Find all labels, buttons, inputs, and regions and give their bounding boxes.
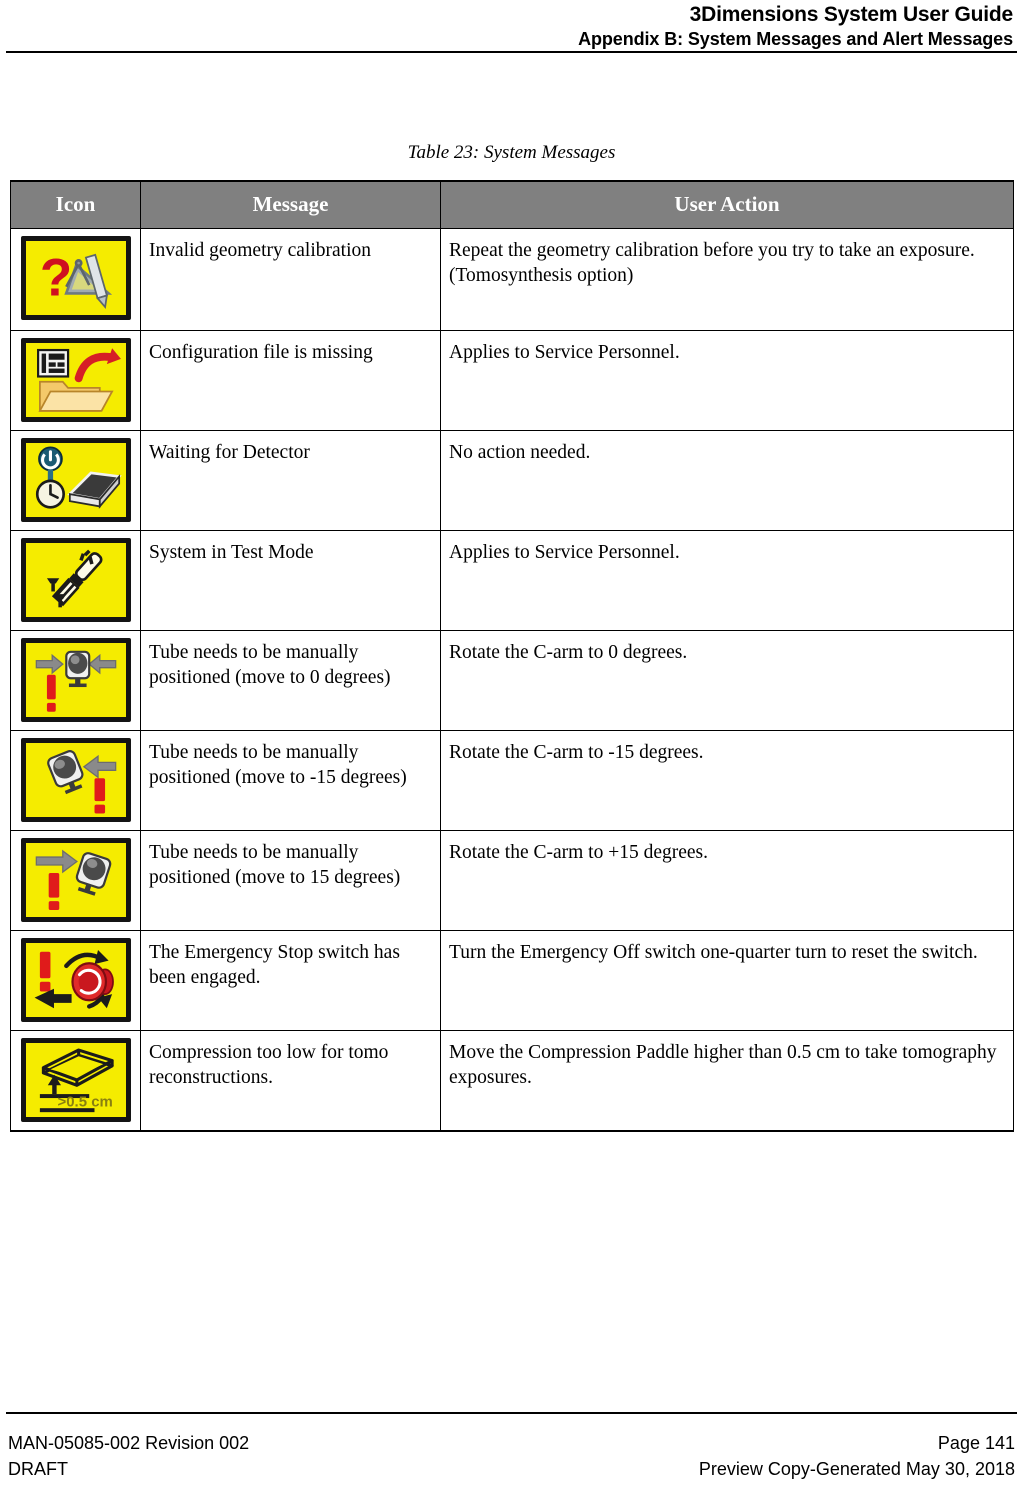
- document-title: 3Dimensions System User Guide: [689, 3, 1014, 26]
- table-row: System in Test Mode Applies to Service P…: [10, 530, 1014, 631]
- compression-threshold-label: >0.5 cm: [58, 1093, 113, 1110]
- column-header-message: Message: [140, 180, 441, 229]
- footer-divider: [6, 1412, 1017, 1414]
- message-cell: Tube needs to be manually positioned (mo…: [140, 830, 441, 931]
- emergency-stop-switch-icon: [21, 938, 131, 1022]
- user-action-cell: Turn the Emergency Off switch one-quarte…: [440, 930, 1014, 1031]
- compression-too-low-icon: >0.5 cm: [21, 1038, 131, 1122]
- user-action-cell: Move the Compression Paddle higher than …: [440, 1030, 1014, 1132]
- message-cell: System in Test Mode: [140, 530, 441, 631]
- user-action-cell: Applies to Service Personnel.: [440, 530, 1014, 631]
- page-header: 3Dimensions System User Guide Appendix B…: [0, 0, 1023, 51]
- user-action-cell: Repeat the geometry calibration before y…: [440, 228, 1014, 331]
- icon-cell: [10, 630, 141, 731]
- user-action-cell: Rotate the C-arm to -15 degrees.: [440, 730, 1014, 831]
- table-header-row: Icon Message User Action: [10, 180, 1014, 229]
- tube-position-minus-15-degrees-icon: [21, 738, 131, 822]
- waiting-for-detector-icon: [21, 438, 131, 522]
- table-row: Tube needs to be manually positioned (mo…: [10, 730, 1014, 831]
- tube-position-0-degrees-icon: [21, 638, 131, 722]
- table-row: ? Invalid geometry calibration Repeat th…: [10, 228, 1014, 331]
- footer-draft-status: DRAFT: [8, 1459, 68, 1479]
- system-messages-table: Icon Message User Action ? Invalid geome…: [10, 180, 1014, 1132]
- message-cell: Invalid geometry calibration: [140, 228, 441, 331]
- table-row: Configuration file is missing Applies to…: [10, 330, 1014, 431]
- footer-document-number: MAN-05085-002 Revision 002: [8, 1433, 250, 1453]
- icon-cell: [10, 730, 141, 831]
- table-row: The Emergency Stop switch has been engag…: [10, 930, 1014, 1031]
- icon-cell: [10, 930, 141, 1031]
- invalid-geometry-calibration-icon: ?: [21, 236, 131, 320]
- user-action-cell: Applies to Service Personnel.: [440, 330, 1014, 431]
- table-caption: Table 23: System Messages: [407, 142, 616, 163]
- footer-preview-notice: Preview Copy-Generated May 30, 2018: [698, 1459, 1015, 1479]
- column-header-icon: Icon: [10, 180, 141, 229]
- column-header-user-action: User Action: [440, 180, 1014, 229]
- message-cell: Tube needs to be manually positioned (mo…: [140, 730, 441, 831]
- message-cell: Waiting for Detector: [140, 430, 441, 531]
- test-mode-screwdriver-icon: [21, 538, 131, 622]
- icon-cell: [10, 530, 141, 631]
- table-row: Tube needs to be manually positioned (mo…: [10, 830, 1014, 931]
- icon-cell: [10, 330, 141, 431]
- message-cell: Tube needs to be manually positioned (mo…: [140, 630, 441, 731]
- icon-cell: [10, 430, 141, 531]
- user-action-cell: Rotate the C-arm to +15 degrees.: [440, 830, 1014, 931]
- footer-page-number: Page 141: [937, 1433, 1015, 1453]
- header-divider: [6, 51, 1017, 53]
- table-row: Tube needs to be manually positioned (mo…: [10, 630, 1014, 731]
- icon-cell: [10, 830, 141, 931]
- document-subtitle: Appendix B: System Messages and Alert Me…: [578, 29, 1013, 49]
- configuration-file-missing-icon: [21, 338, 131, 422]
- message-cell: The Emergency Stop switch has been engag…: [140, 930, 441, 1031]
- icon-cell: ?: [10, 228, 141, 331]
- table-row: >0.5 cm Compression too low for tomo rec…: [10, 1030, 1014, 1132]
- user-action-cell: No action needed.: [440, 430, 1014, 531]
- table-row: Waiting for Detector No action needed.: [10, 430, 1014, 531]
- message-cell: Configuration file is missing: [140, 330, 441, 431]
- user-action-cell: Rotate the C-arm to 0 degrees.: [440, 630, 1014, 731]
- message-cell: Compression too low for tomo reconstruct…: [140, 1030, 441, 1132]
- svg-text:?: ?: [40, 249, 72, 308]
- icon-cell: >0.5 cm: [10, 1030, 141, 1132]
- tube-position-plus-15-degrees-icon: [21, 838, 131, 922]
- page-footer: MAN-05085-002 Revision 002 Page 141 DRAF…: [8, 1430, 1015, 1482]
